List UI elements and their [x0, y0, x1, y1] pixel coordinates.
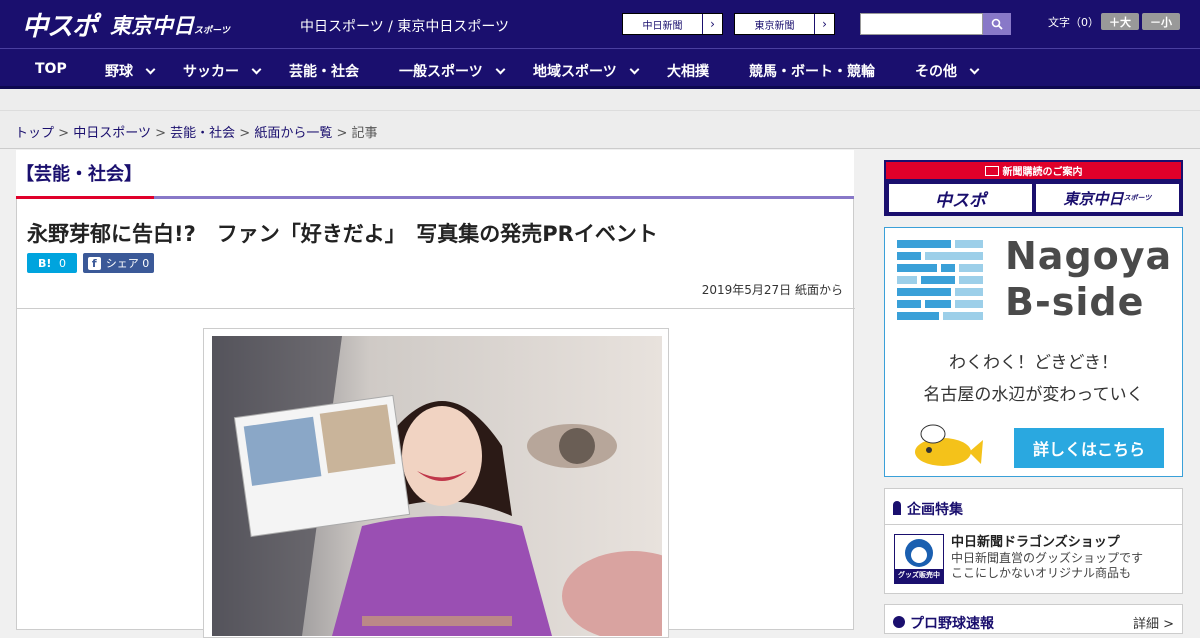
- breadcrumb-sep: >: [58, 126, 70, 141]
- font-larger-button[interactable]: ＋大: [1101, 13, 1139, 30]
- hatena-icon: B!: [37, 256, 52, 270]
- tokyo-chunichi-logo[interactable]: 東京中日スポーツ: [110, 10, 230, 40]
- nav-label: 芸能・社会: [289, 64, 359, 80]
- nav-others[interactable]: その他: [915, 61, 980, 81]
- chevron-down-icon: [495, 64, 506, 75]
- fish-mascot-icon: [915, 424, 983, 466]
- photo-illustration: [212, 336, 662, 636]
- chevron-down-icon: [251, 64, 262, 75]
- nav-label: 野球: [105, 64, 133, 80]
- dragons-shop-link[interactable]: 中日新聞ドラゴンズショップ: [951, 531, 1120, 550]
- font-size-label: 文字（0）: [1048, 16, 1099, 29]
- subscribe-tokyo-chunichi-sub: スポーツ: [1123, 194, 1152, 202]
- search-icon: [991, 18, 1003, 30]
- breadcrumb-geino[interactable]: 芸能・社会: [170, 126, 235, 141]
- nav-entertainment[interactable]: 芸能・社会: [289, 61, 359, 81]
- facebook-icon: f: [87, 256, 101, 270]
- breadcrumb-chunichi[interactable]: 中日スポーツ: [73, 126, 151, 141]
- nav-general-sports[interactable]: 一般スポーツ: [399, 61, 506, 81]
- subscribe-chunichi-sports[interactable]: 中スポ: [889, 184, 1032, 212]
- subscription-box: 新聞購読のご案内 中スポ 東京中日 スポーツ: [884, 160, 1183, 216]
- category-header: 【芸能・社会】: [16, 150, 854, 199]
- bside-title-2: B-side: [1005, 280, 1145, 324]
- hatena-bookmark-button[interactable]: B! 0: [27, 253, 77, 273]
- nav-label: 一般スポーツ: [399, 64, 483, 80]
- facebook-share-count: 0: [142, 256, 150, 270]
- breadcrumb-top[interactable]: トップ: [15, 126, 54, 141]
- breadcrumb: トップ > 中日スポーツ > 芸能・社会 > 紙面から一覧 > 記事: [0, 111, 1200, 149]
- site-links[interactable]: 中日スポーツ / 東京中日スポーツ: [300, 16, 509, 36]
- category-title[interactable]: 【芸能・社会】: [16, 160, 142, 186]
- facebook-share-label: シェア: [105, 257, 139, 270]
- nav-label: サッカー: [183, 64, 239, 80]
- chunichi-shimbun-label: 中日新聞: [642, 20, 683, 32]
- search-button[interactable]: [983, 13, 1011, 35]
- dragons-shop-desc-1: 中日新聞直営のグッズショップです: [951, 551, 1144, 565]
- dragons-shop-description: 中日新聞直営のグッズショップです ここにしかないオリジナル商品も: [951, 551, 1143, 581]
- chevron-right-icon: ›: [702, 14, 722, 34]
- bside-details-button[interactable]: 詳しくはこちら: [1014, 428, 1164, 468]
- subscription-heading-label: 新聞購読のご案内: [1002, 167, 1083, 178]
- baseball-live-more-link[interactable]: 詳細 >: [1133, 613, 1174, 632]
- bside-tagline-2: 名古屋の水辺が変わっていく: [923, 385, 1144, 405]
- bside-title-1: Nagoya: [1005, 234, 1173, 278]
- nav-label: その他: [915, 64, 957, 80]
- subscribe-tokyo-chunichi[interactable]: 東京中日 スポーツ: [1036, 184, 1179, 212]
- breadcrumb-sep: >: [155, 126, 166, 141]
- tokyo-shimbun-label: 東京新聞: [754, 20, 795, 32]
- bside-logo-icon: [897, 240, 983, 320]
- breadcrumb-sep: >: [239, 126, 251, 141]
- font-smaller-button[interactable]: －小: [1142, 13, 1180, 30]
- chevron-down-icon: [969, 64, 980, 75]
- baseball-icon: [893, 616, 905, 628]
- bside-tagline-1: わくわく！どきどき！: [949, 353, 1118, 373]
- hatena-count: 0: [59, 256, 67, 270]
- subscribe-tokyo-chunichi-label: 東京中日: [1063, 189, 1124, 208]
- article-date: 2019年5月27日 紙面から: [701, 283, 843, 297]
- newspaper-icon: [984, 165, 999, 176]
- article-photo[interactable]: [212, 336, 662, 636]
- tokyo-shimbun-button[interactable]: 東京新聞 ›: [734, 13, 835, 35]
- spacer-band: [0, 89, 1200, 111]
- nagoya-bside-banner[interactable]: Nagoya B-side わくわく！どきどき！ 名古屋の水辺が変わっていく 詳…: [884, 227, 1183, 477]
- main-navigation: TOP 野球 サッカー 芸能・社会 一般スポーツ 地域スポーツ 大相撲 競馬・ボ…: [0, 48, 1200, 89]
- article-photo-frame: [203, 328, 669, 638]
- baseball-live-title: プロ野球速報: [893, 613, 994, 633]
- subscription-heading: 新聞購読のご案内: [886, 162, 1181, 179]
- chevron-down-icon: [629, 64, 640, 75]
- breadcrumb-list[interactable]: 紙面から一覧: [254, 126, 332, 141]
- chevron-down-icon: [145, 64, 156, 75]
- dragons-shop-thumbnail[interactable]: グッズ販売中: [894, 534, 944, 584]
- nav-keiba[interactable]: 競馬・ボート・競輪: [749, 61, 875, 81]
- nav-sumo[interactable]: 大相撲: [667, 61, 709, 81]
- dragons-shop-desc-2: ここにしかないオリジナル商品も: [951, 566, 1132, 580]
- site-header: 中スポ 東京中日スポーツ 中日スポーツ / 東京中日スポーツ 中日新聞 › 東京…: [0, 0, 1200, 48]
- divider: [17, 308, 855, 309]
- chevron-right-icon: ›: [814, 14, 834, 34]
- nav-label: 競馬・ボート・競輪: [749, 64, 875, 80]
- tokyo-chunichi-logo-text: 東京中日: [110, 14, 194, 38]
- nav-local-sports[interactable]: 地域スポーツ: [533, 61, 640, 81]
- feature-heading-label: 企画特集: [907, 502, 963, 518]
- main-content: 【芸能・社会】 永野芽郁に告白!? ファン「好きだよ」 写真集の発売PRイベント…: [16, 150, 855, 638]
- chunichi-sports-logo[interactable]: 中スポ: [22, 6, 98, 43]
- facebook-share-button[interactable]: f シェア 0: [83, 253, 154, 273]
- feature-heading: 企画特集: [885, 489, 1182, 525]
- article-title: 永野芽郁に告白!? ファン「好きだよ」 写真集の発売PRイベント: [27, 222, 658, 246]
- nav-baseball[interactable]: 野球: [105, 61, 156, 81]
- nav-label: TOP: [35, 61, 67, 77]
- nav-label: 大相撲: [667, 64, 709, 80]
- breadcrumb-sep: >: [336, 126, 348, 141]
- search-input[interactable]: [860, 13, 983, 35]
- nav-top[interactable]: TOP: [35, 61, 67, 77]
- chunichi-shimbun-button[interactable]: 中日新聞 ›: [622, 13, 723, 35]
- dragons-shop-thumb-label: グッズ販売中: [898, 571, 940, 579]
- ribbon-icon: [893, 501, 901, 515]
- nav-label: 地域スポーツ: [533, 64, 617, 80]
- feature-box: 企画特集 グッズ販売中 中日新聞ドラゴンズショップ 中日新聞直営のグッズショップ…: [884, 488, 1183, 594]
- tokyo-chunichi-logo-sub: スポーツ: [194, 26, 230, 36]
- nav-soccer[interactable]: サッカー: [183, 61, 262, 81]
- article: 永野芽郁に告白!? ファン「好きだよ」 写真集の発売PRイベント B! 0 f …: [16, 199, 855, 638]
- breadcrumb-current: 記事: [351, 126, 378, 141]
